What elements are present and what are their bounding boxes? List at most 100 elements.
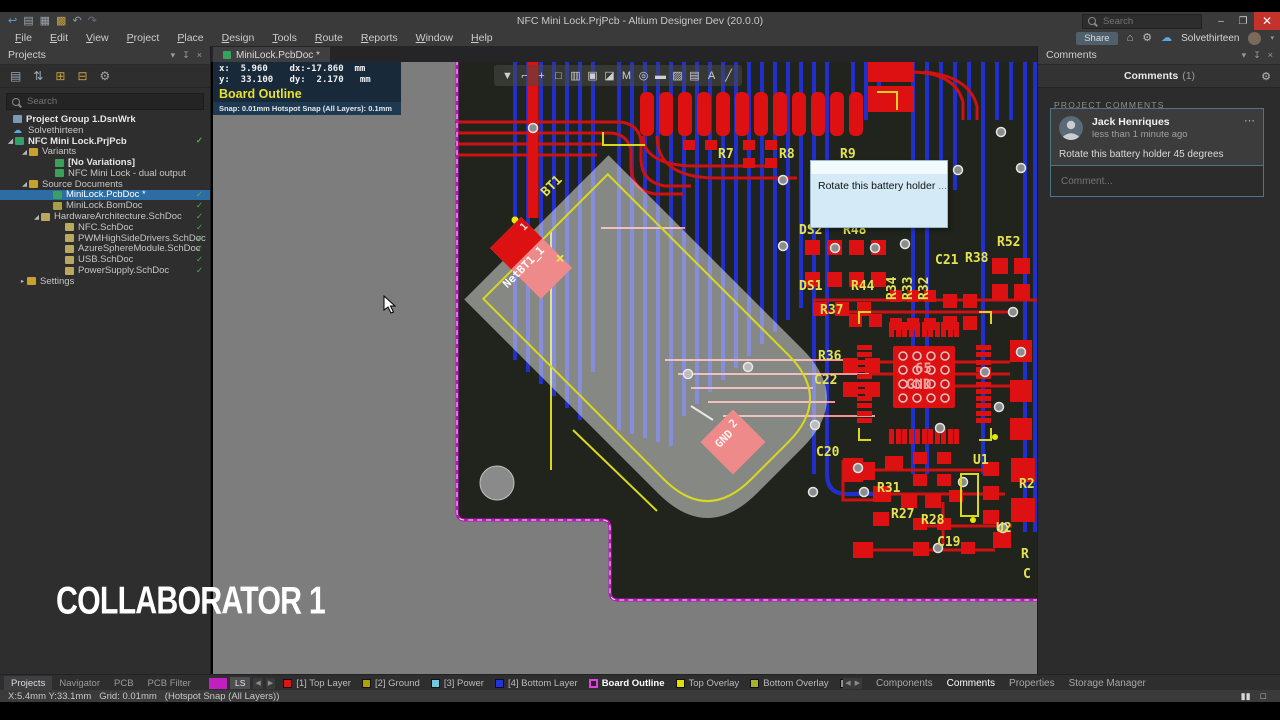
sync-icon[interactable]: ⇅ [33,69,43,83]
dock-tab-properties[interactable]: Properties [1009,678,1055,689]
menu-reports[interactable]: Reports [352,30,407,46]
gear-icon[interactable]: ⚙ [1142,30,1152,46]
menu-project[interactable]: Project [118,30,169,46]
close-button[interactable]: ✕ [1254,12,1280,30]
tree-item-nfc-schdoc[interactable]: NFC.SchDoc✓ [0,222,210,233]
workspace-icon[interactable]: ▤ [10,69,21,83]
layer-sets-button[interactable]: LS [230,677,250,689]
dock-tab-comments[interactable]: Comments [947,678,995,689]
comment-card[interactable]: Jack Henriques less than 1 minute ago ⋯ … [1050,108,1264,197]
line-icon[interactable]: ╱ [722,69,735,82]
tree-item-powersupply-schdoc[interactable]: PowerSupply.SchDoc✓ [0,265,210,276]
tree-item-nfc-mini-lock-dual-output[interactable]: NFC Mini Lock - dual output [0,168,210,179]
tree-item-solvethirteen[interactable]: ☁Solvethirteen [0,125,210,136]
tree-item-source-documents[interactable]: ◢Source Documents [0,179,210,190]
global-search[interactable] [1082,14,1202,29]
tree-item-no-variations[interactable]: [No Variations] [0,157,210,168]
tree-item-pwmhighsidedrivers-schdoc[interactable]: PWMHighSideDrivers.SchDoc✓ [0,233,210,244]
tree-item-hardwarearchitecture-schdoc[interactable]: ◢HardwareArchitecture.SchDoc✓ [0,211,210,222]
redo-icon[interactable]: ↷ [88,12,97,30]
panel-dropdown-icon[interactable]: ▾ [171,50,176,61]
text-icon[interactable]: A [705,70,718,82]
board-insight-icon[interactable]: ▤ [688,69,701,82]
tree-expand-icon[interactable]: ▸ [18,277,27,285]
pcb-editor-canvas[interactable]: R7R8R9DS2R48R34R33R32C21R38R52DS1R44R37R… [213,62,1037,674]
maximize-button[interactable]: ❐ [1232,12,1254,30]
menu-edit[interactable]: Edit [41,30,77,46]
menu-file[interactable]: File [6,30,41,46]
menu-place[interactable]: Place [168,30,212,46]
tree-expand-icon[interactable]: ◢ [20,180,29,188]
pin-icon[interactable]: ↧ [182,50,190,61]
dock-tab-pcb-filter[interactable]: PCB Filter [141,676,198,691]
dock-tab-pcb[interactable]: PCB [107,676,141,691]
pause-icon[interactable]: ▮▮ [1241,691,1251,702]
layer-tab-top-overlay[interactable]: Top Overlay [676,678,740,689]
document-tab-active[interactable]: MiniLock.PcbDoc * [213,47,330,63]
open-folder-icon[interactable]: ⊞ [55,69,65,83]
comment-balloon[interactable]: Rotate this battery holder ... [810,160,948,228]
panel-close-icon[interactable]: × [197,50,202,61]
scroll-right-icon[interactable]: ▶ [266,678,275,689]
tree-item-project-group-1-dsnwrk[interactable]: Project Group 1.DsnWrk [0,114,210,125]
move-icon[interactable]: + [535,70,548,82]
tree-item-minilock-pcbdoc[interactable]: MiniLock.PcbDoc *✓ [0,190,210,201]
menu-route[interactable]: Route [306,30,352,46]
save-icon[interactable]: ▤ [23,12,33,30]
menu-view[interactable]: View [77,30,118,46]
tree-item-usb-schdoc[interactable]: USB.SchDoc✓ [0,254,210,265]
layer-tab-board-outline[interactable]: Board Outline [589,678,665,689]
dimension-icon[interactable]: M [620,70,633,82]
comments-settings-icon[interactable]: ⚙ [1261,70,1271,83]
layer-tab-3-power[interactable]: [3] Power [431,678,484,689]
scroll-right-icon[interactable]: ▶ [853,678,862,689]
columns-icon[interactable]: ▥ [569,69,582,82]
add-project-icon[interactable]: ⊟ [77,69,87,83]
polygon-icon[interactable]: ▣ [586,69,599,82]
global-search-input[interactable] [1101,15,1196,28]
tree-expand-icon[interactable]: ◢ [6,137,15,145]
menu-tools[interactable]: Tools [263,30,306,46]
tree-expand-icon[interactable]: ◢ [32,213,41,221]
layer-tab-4-bottom-layer[interactable]: [4] Bottom Layer [495,678,578,689]
menu-window[interactable]: Window [407,30,462,46]
tree-item-minilock-bomdoc[interactable]: MiniLock.BomDoc✓ [0,200,210,211]
panel-close-icon[interactable]: × [1268,50,1273,61]
projects-search-input[interactable] [25,95,198,108]
tree-item-variants[interactable]: ◢Variants [0,146,210,157]
open-project-icon[interactable]: ↩ [8,12,17,30]
user-avatar[interactable] [1248,32,1261,45]
dock-tab-navigator[interactable]: Navigator [52,676,107,691]
minimize-button[interactable]: – [1210,12,1232,30]
scroll-left-icon[interactable]: ◀ [843,678,852,689]
undo-icon[interactable]: ↶ [72,12,81,30]
tree-item-settings[interactable]: ▸Settings [0,276,210,287]
folder-icon[interactable]: ▩ [56,12,66,30]
layer-tab-2-ground[interactable]: [2] Ground [362,678,420,689]
slice-icon[interactable]: ◪ [603,69,616,82]
panel-dropdown-icon[interactable]: ▾ [1242,50,1247,61]
menu-help[interactable]: Help [462,30,502,46]
tree-expand-icon[interactable]: ◢ [20,148,29,156]
comment-input-row[interactable] [1051,165,1263,196]
via-icon[interactable]: ◎ [637,69,650,82]
select-rect-icon[interactable]: □ [552,70,565,82]
dock-tab-components[interactable]: Components [876,678,933,689]
comments-tab[interactable]: Comments [1124,70,1178,82]
dock-tab-projects[interactable]: Projects [4,676,52,691]
home-icon[interactable]: ⌂ [1127,30,1134,46]
projects-search[interactable] [6,93,204,110]
filter-icon[interactable]: ▼ [501,70,514,82]
scroll-left-icon[interactable]: ◀ [253,678,262,689]
tree-item-nfc-mini-lock-prjpcb[interactable]: ◢NFC Mini Lock.PrjPcb✓ [0,136,210,147]
lasso-select-icon[interactable]: ⌐ [518,70,531,82]
chevron-down-icon[interactable]: ▾ [1270,34,1274,42]
share-button[interactable]: Share [1076,32,1117,45]
fill-icon[interactable]: ▨ [671,69,684,82]
screen-icon[interactable]: □ [1261,691,1266,702]
pin-icon[interactable]: ↧ [1253,50,1261,61]
dock-tab-storage-manager[interactable]: Storage Manager [1069,678,1146,689]
menu-design[interactable]: Design [213,30,264,46]
tree-item-azurespheremodule-schdoc[interactable]: AzureSphereModule.SchDoc✓ [0,244,210,255]
pad-icon[interactable]: ▬ [654,70,667,82]
